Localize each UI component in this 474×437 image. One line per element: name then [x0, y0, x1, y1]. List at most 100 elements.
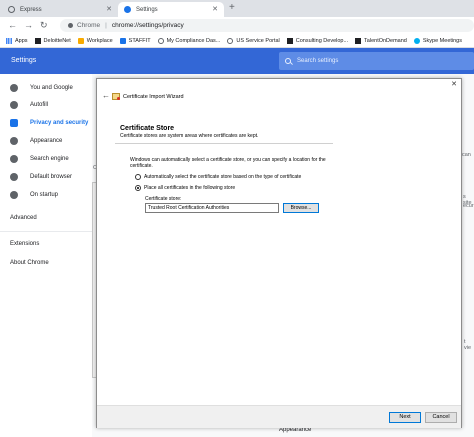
radio-place-in-store[interactable]: Place all certificates in the following …	[135, 185, 235, 191]
bookmark-apps[interactable]: Apps	[6, 37, 28, 44]
next-button[interactable]: Next	[389, 412, 421, 423]
folder-icon	[77, 37, 84, 44]
certificate-import-wizard: ✕ ← Certificate Import Wizard Certificat…	[96, 78, 462, 428]
new-tab-icon[interactable]: +	[229, 2, 235, 13]
bookmark-label: My Compliance Das...	[166, 37, 221, 44]
sidebar-item-label: Autofill	[30, 102, 49, 108]
sidebar-item-label: You and Google	[30, 85, 73, 91]
tab-label: Express	[20, 6, 42, 13]
wizard-heading: Certificate Store	[120, 125, 175, 132]
sidebar-item-label: Extensions	[10, 241, 40, 247]
bookmark-label: US Service Portal	[236, 37, 280, 44]
bookmark-label: TalentOnDemand	[364, 37, 407, 44]
background-text: can	[462, 152, 471, 158]
express-favicon-icon	[8, 6, 15, 13]
power-icon	[10, 191, 18, 199]
bookmarks-bar: Apps DeloitteNet Workplace STAFFIT My Co…	[0, 34, 474, 48]
search-icon	[10, 155, 18, 163]
palette-icon	[10, 137, 18, 145]
store-field-label: Certificate store:	[145, 196, 182, 202]
wizard-title-text: Certificate Import Wizard	[123, 93, 184, 100]
bookmark-label: Skype Meetings	[422, 37, 462, 44]
shield-icon	[10, 119, 18, 127]
wizard-subheading: Certificate stores are system areas wher…	[120, 133, 259, 139]
tab-settings[interactable]: Settings ✕	[118, 2, 224, 17]
sidebar-item-label: Default browser	[30, 174, 73, 180]
bookmark-label: Workplace	[86, 37, 113, 44]
search-settings-input[interactable]: Search settings	[279, 52, 474, 70]
sidebar-item-label: About Chrome	[10, 260, 49, 266]
header-divider	[115, 143, 333, 144]
toolbar: ← → ↻ Chrome | chrome://settings/privacy	[0, 17, 474, 34]
deloitte-icon	[286, 37, 293, 44]
radio-button-selected[interactable]	[135, 185, 141, 191]
url-text: chrome://settings/privacy	[111, 22, 184, 29]
site-label: Chrome	[77, 22, 101, 29]
cancel-button[interactable]: Cancel	[425, 412, 457, 423]
radio-label: Place all certificates in the following …	[144, 185, 236, 191]
sidebar-item-default-browser[interactable]: Default browser	[0, 169, 92, 185]
bookmark-label: DeloitteNet	[43, 37, 71, 44]
bookmark-talentondemand[interactable]: TalentOnDemand	[355, 37, 407, 44]
close-icon[interactable]: ✕	[451, 80, 457, 88]
radio-auto-select-store[interactable]: Automatically select the certificate sto…	[135, 174, 301, 180]
bookmark-staffit[interactable]: STAFFIT	[119, 37, 151, 44]
radio-button[interactable]	[135, 174, 141, 180]
close-tab-icon[interactable]: ✕	[106, 5, 112, 13]
sidebar-item-search-engine[interactable]: Search engine	[0, 151, 92, 167]
deloitte-icon	[34, 37, 41, 44]
bookmark-skype[interactable]: Skype Meetings	[413, 37, 462, 44]
certificate-store-field[interactable]	[145, 203, 279, 213]
tab-strip: Express ✕ Settings ✕ +	[0, 0, 474, 17]
background-text: ecurit	[463, 203, 474, 209]
bookmark-label: STAFFIT	[128, 37, 151, 44]
bookmark-compliance[interactable]: My Compliance Das...	[157, 37, 221, 44]
bookmark-service-portal[interactable]: US Service Portal	[227, 37, 280, 44]
browse-button[interactable]: Browse...	[283, 203, 319, 213]
chrome-site-icon	[68, 23, 73, 28]
bookmark-label: Consulting Develop...	[295, 37, 349, 44]
search-icon	[285, 58, 291, 64]
person-icon	[10, 84, 18, 92]
apps-grid-icon	[6, 37, 12, 44]
sidebar-item-label: Advanced	[10, 215, 37, 221]
sidebar-item-advanced[interactable]: Advanced	[0, 210, 92, 226]
sidebar-item-label: Privacy and security	[30, 120, 89, 126]
tab-label: Settings	[136, 6, 158, 13]
staffit-icon	[119, 37, 126, 44]
reload-icon[interactable]: ↻	[40, 19, 48, 31]
sidebar-item-label: Search engine	[30, 156, 69, 162]
globe-icon	[157, 37, 164, 44]
wizard-title: Certificate Import Wizard	[112, 93, 184, 100]
gear-icon	[124, 6, 131, 13]
sidebar-item-label: On startup	[30, 192, 59, 198]
background-text: t vie	[464, 339, 472, 351]
sidebar-divider	[0, 231, 92, 232]
forward-arrow-icon[interactable]: →	[24, 19, 33, 31]
bookmark-deloittenet[interactable]: DeloitteNet	[34, 37, 71, 44]
address-bar[interactable]: Chrome | chrome://settings/privacy	[60, 19, 474, 32]
radio-label: Automatically select the certificate sto…	[144, 174, 302, 180]
sidebar-item-extensions[interactable]: Extensions	[0, 236, 92, 252]
close-tab-icon[interactable]: ✕	[212, 5, 218, 13]
sidebar-item-on-startup[interactable]: On startup	[0, 187, 92, 203]
wizard-description: Windows can automatically select a certi…	[130, 157, 326, 169]
sidebar-item-you-and-google[interactable]: You and Google	[0, 80, 92, 96]
back-arrow-icon[interactable]: ←	[102, 91, 110, 100]
globe-icon	[227, 37, 234, 44]
page-title: Settings	[11, 57, 37, 64]
search-placeholder: Search settings	[297, 58, 339, 64]
bookmark-label: Apps	[15, 37, 28, 44]
browser-window-icon	[10, 173, 18, 181]
back-arrow-icon[interactable]: ←	[8, 19, 17, 31]
deloitte-icon	[355, 37, 362, 44]
tab-express[interactable]: Express ✕	[2, 2, 118, 17]
sidebar-item-appearance[interactable]: Appearance	[0, 133, 92, 149]
sidebar-item-privacy[interactable]: Privacy and security	[0, 115, 92, 131]
bookmark-workplace[interactable]: Workplace	[77, 37, 113, 44]
wizard-footer: Next Cancel	[97, 405, 461, 428]
sidebar-item-autofill[interactable]: Autofill	[0, 97, 92, 113]
settings-header: Settings Search settings	[0, 48, 474, 74]
bookmark-consulting[interactable]: Consulting Develop...	[286, 37, 349, 44]
sidebar-item-about[interactable]: About Chrome	[0, 255, 92, 271]
